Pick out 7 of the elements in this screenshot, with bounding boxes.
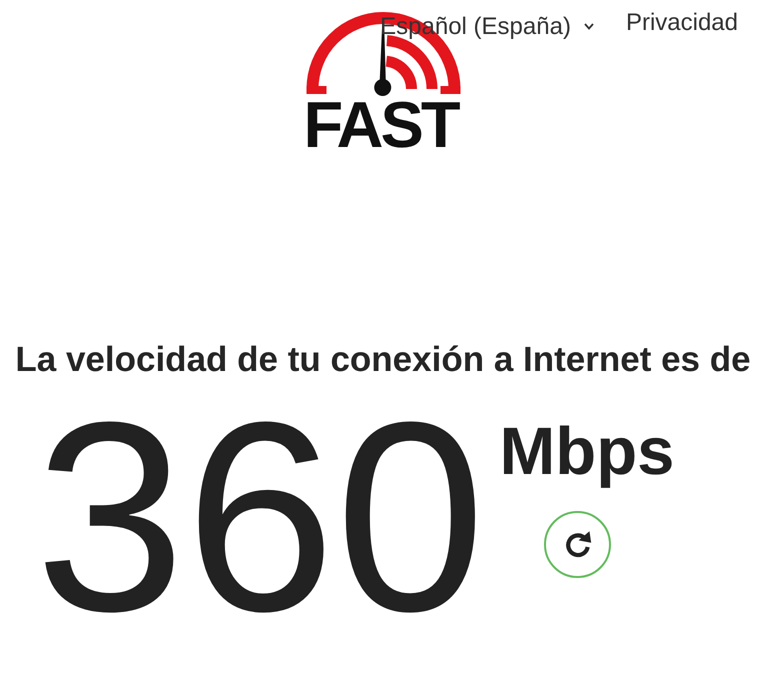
result-heading: La velocidad de tu conexión a Internet es de	[15, 340, 751, 380]
refresh-icon	[564, 530, 592, 559]
chevron-down-icon	[584, 23, 594, 30]
speed-value: 360	[35, 383, 486, 653]
privacy-link[interactable]: Privacidad	[626, 9, 738, 37]
speed-unit: Mbps	[499, 413, 674, 491]
logo-text: FAST	[303, 101, 460, 150]
